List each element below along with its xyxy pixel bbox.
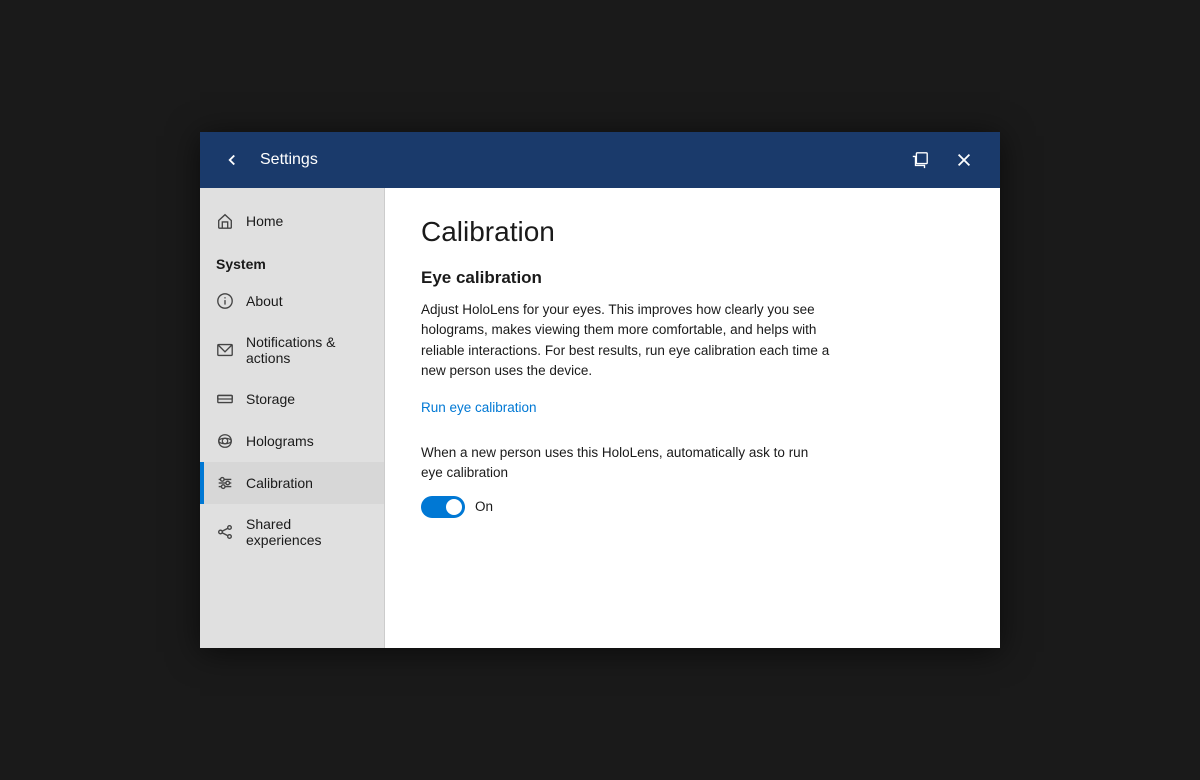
sidebar-about-label: About [246,293,283,309]
toggle-label: When a new person uses this HoloLens, au… [421,443,821,484]
sidebar-storage-label: Storage [246,391,295,407]
sidebar-item-home[interactable]: Home [200,200,384,242]
description-text: Adjust HoloLens for your eyes. This impr… [421,300,841,381]
sidebar-item-calibration[interactable]: Calibration [200,462,384,504]
titlebar: Settings [200,132,1000,188]
close-button[interactable] [944,140,984,180]
toggle-row: On [421,496,964,518]
restore-button[interactable] [900,140,940,180]
page-title: Calibration [421,216,964,248]
system-section-header: System [200,242,384,280]
notifications-icon [216,341,234,359]
shared-icon [216,523,234,541]
storage-icon [216,390,234,408]
home-icon [216,212,234,230]
sidebar-calibration-label: Calibration [246,475,313,491]
sidebar-item-shared[interactable]: Shared experiences [200,504,384,560]
auto-calibration-toggle[interactable] [421,496,465,518]
holograms-icon [216,432,234,450]
sidebar-item-holograms[interactable]: Holograms [200,420,384,462]
sidebar-shared-label: Shared experiences [246,516,368,548]
back-button[interactable] [216,144,248,176]
sidebar-item-about[interactable]: About [200,280,384,322]
sidebar-item-notifications[interactable]: Notifications & actions [200,322,384,378]
section-title: Eye calibration [421,268,964,288]
sidebar-holograms-label: Holograms [246,433,314,449]
sidebar-notifications-label: Notifications & actions [246,334,368,366]
sidebar: Home System About [200,188,385,648]
window-controls [900,140,984,180]
about-icon [216,292,234,310]
window-title: Settings [260,151,888,169]
run-calibration-link[interactable]: Run eye calibration [421,400,537,415]
sidebar-item-storage[interactable]: Storage [200,378,384,420]
content-panel: Calibration Eye calibration Adjust HoloL… [385,188,1000,648]
calibration-icon [216,474,234,492]
toggle-value: On [475,499,493,514]
sidebar-home-label: Home [246,213,283,229]
toggle-section: When a new person uses this HoloLens, au… [421,443,964,518]
settings-window: Settings [200,132,1000,648]
main-content: Home System About [200,188,1000,648]
